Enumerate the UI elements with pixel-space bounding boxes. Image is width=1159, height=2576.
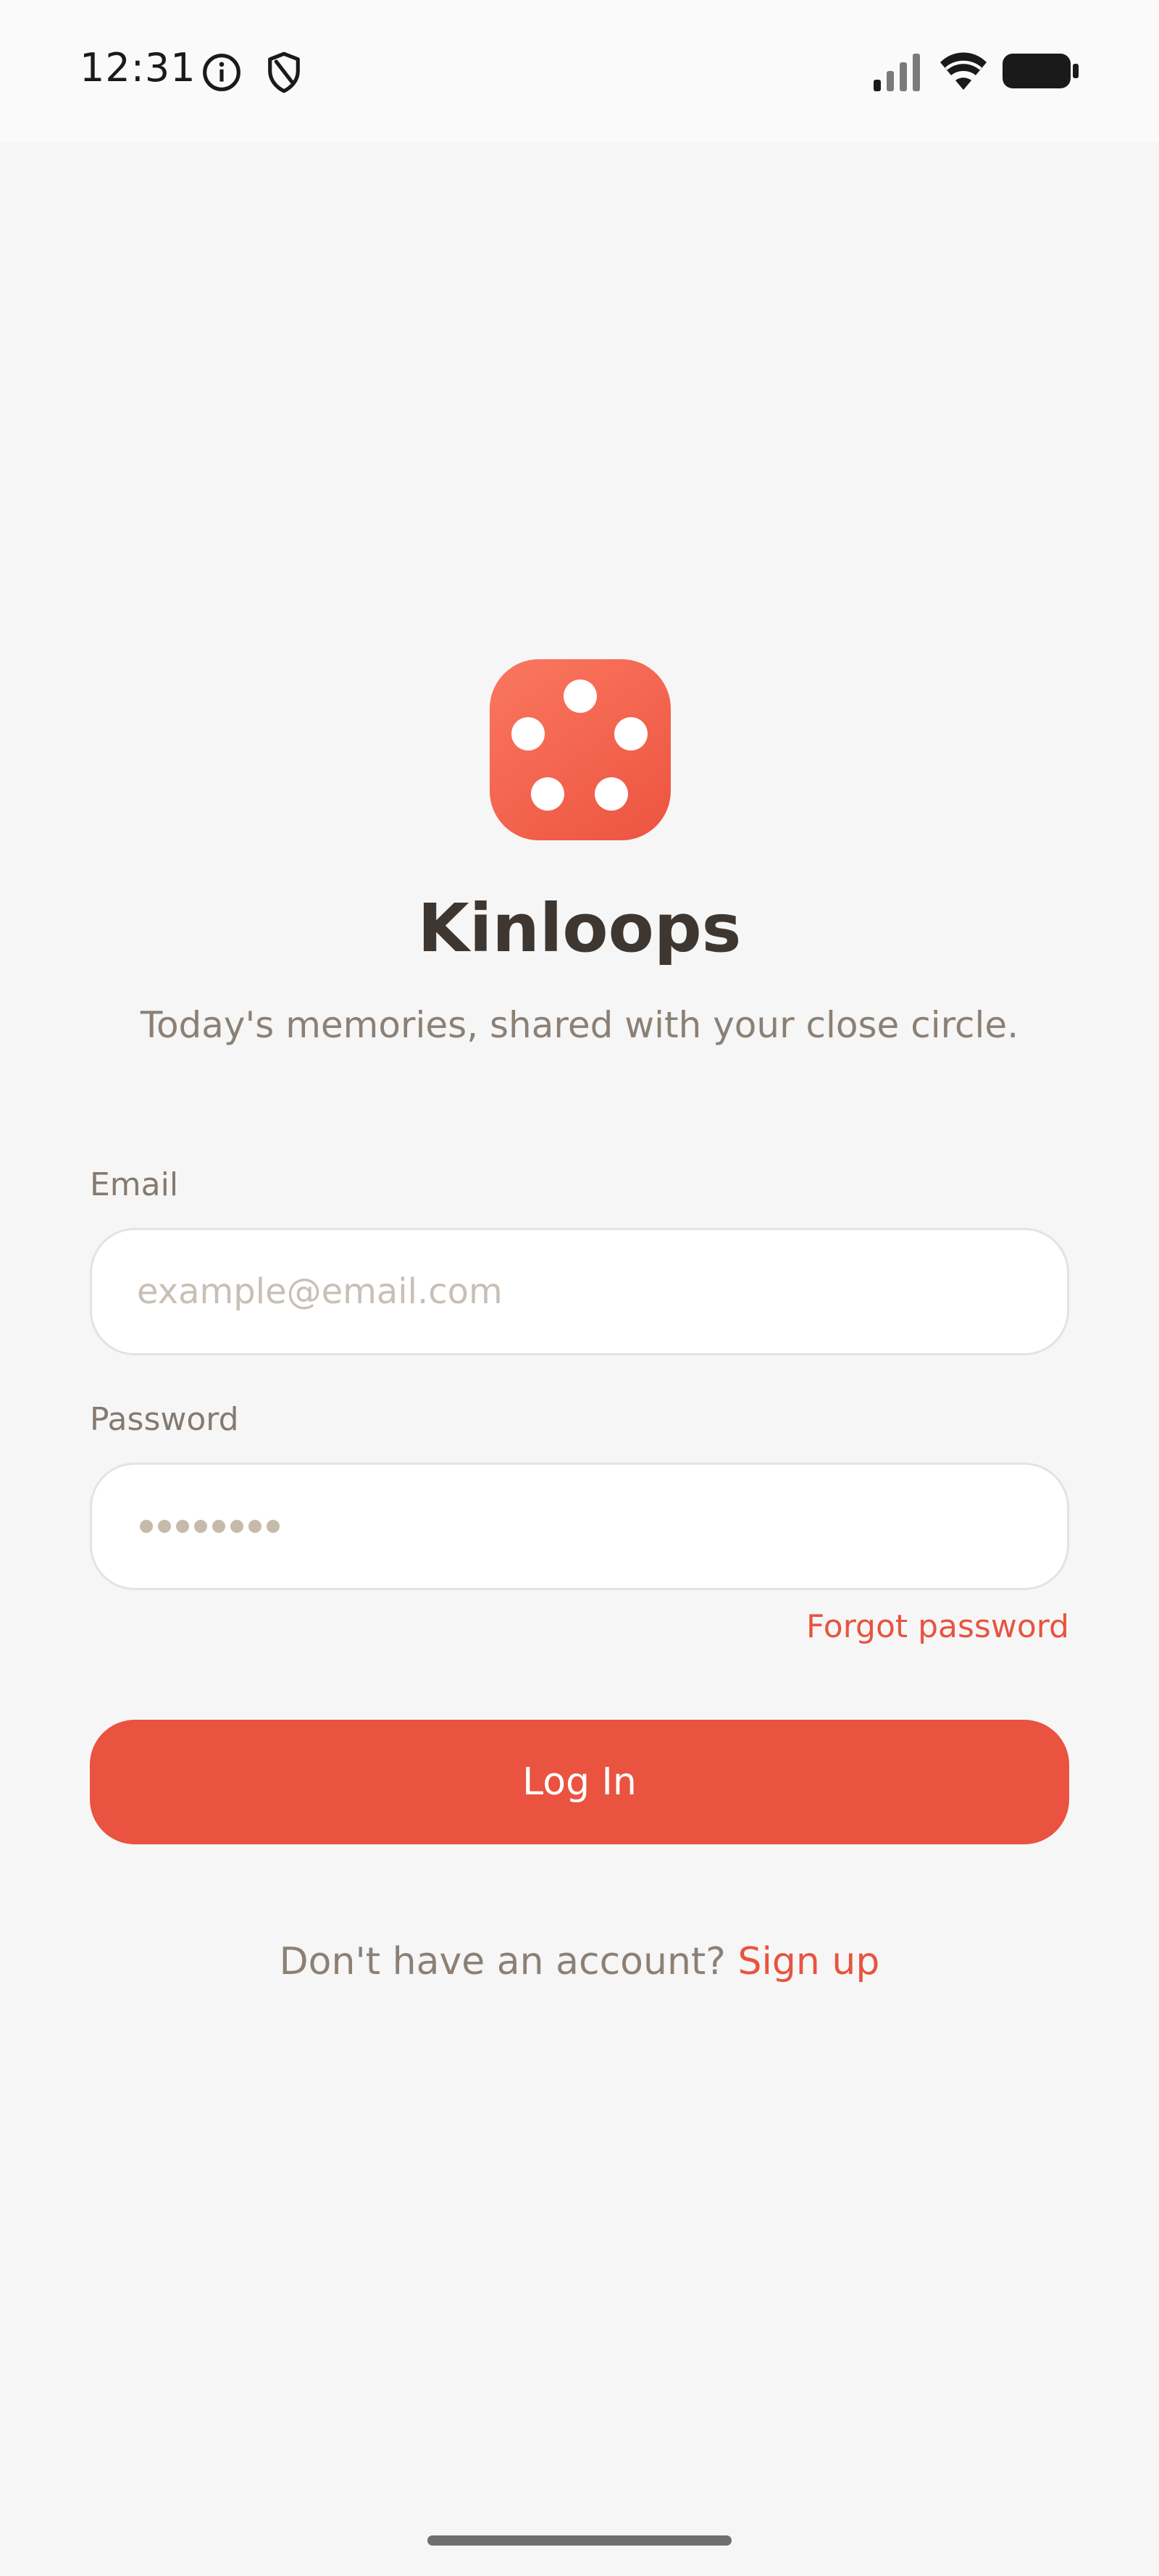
password-dot	[158, 1520, 171, 1533]
shield-icon	[268, 51, 300, 93]
info-icon	[203, 54, 240, 91]
forgot-password-link[interactable]: Forgot password	[806, 1605, 1069, 1649]
email-label: Email	[90, 1166, 179, 1203]
password-field[interactable]	[90, 1463, 1069, 1590]
password-mask	[140, 1465, 280, 1588]
password-dot	[140, 1520, 153, 1533]
password-dot	[248, 1520, 261, 1533]
logo-dot	[564, 679, 597, 713]
login-button[interactable]: Log In	[90, 1720, 1069, 1844]
status-bar: 12:31	[0, 0, 1159, 142]
signup-prompt-text: Don't have an account?	[279, 1940, 738, 1983]
password-dot	[194, 1520, 207, 1533]
signal-icon	[874, 54, 920, 91]
logo-dot	[595, 777, 628, 811]
home-indicator[interactable]	[427, 2535, 732, 2546]
logo-dot	[614, 717, 648, 750]
logo-dot	[511, 717, 545, 750]
app-logo	[490, 659, 671, 840]
password-dot	[230, 1520, 243, 1533]
app-name: Kinloops	[417, 890, 742, 967]
wifi-icon	[940, 52, 987, 90]
battery-icon	[1003, 54, 1079, 88]
logo-dot	[531, 777, 564, 811]
login-screen: 12:31 Kinloops Today's memories, shared …	[0, 0, 1159, 2576]
signup-prompt-line: Don't have an account? Sign up	[0, 1936, 1159, 1988]
signup-link[interactable]: Sign up	[737, 1940, 879, 1983]
password-label: Password	[90, 1401, 239, 1438]
password-dot	[176, 1520, 189, 1533]
password-dot	[267, 1520, 280, 1533]
app-tagline: Today's memories, shared with your close…	[140, 1004, 1019, 1046]
email-field[interactable]	[137, 1230, 1021, 1353]
email-field-container	[90, 1228, 1069, 1355]
status-time: 12:31	[80, 45, 196, 91]
password-dot	[212, 1520, 225, 1533]
